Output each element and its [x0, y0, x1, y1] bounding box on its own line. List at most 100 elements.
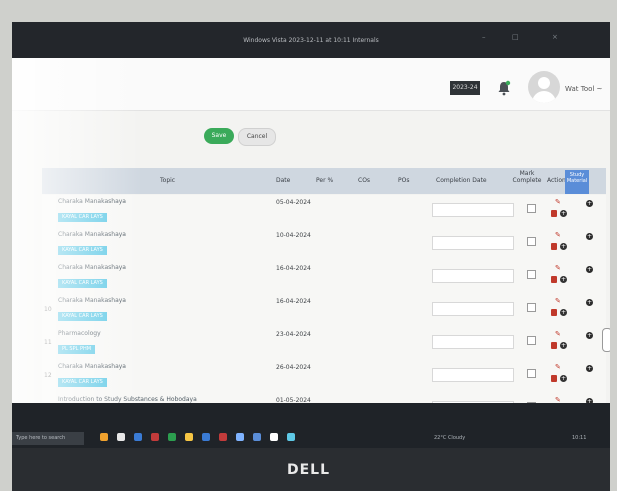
scrollbar[interactable]: [602, 328, 610, 352]
row-date: 16-04-2024: [276, 298, 311, 305]
topic-tag: KAYAL CAR LAYS: [58, 246, 107, 255]
taskbar-app-icon[interactable]: [117, 433, 125, 441]
academic-year-badge[interactable]: 2023-24: [450, 81, 480, 95]
row-date: 23-04-2024: [276, 331, 311, 338]
mark-complete-checkbox[interactable]: [527, 270, 536, 279]
topic-tag: KAYAL CAR LAYS: [58, 279, 107, 288]
table-row: 13Introduction to Study Substances & Hob…: [42, 393, 606, 403]
app-screen: 2023-24 Wat Tool ~ Save Cancel Topic Dat…: [12, 58, 610, 403]
row-number: 10: [44, 306, 52, 313]
table-row: 12 Charaka Manakashaya KAYAL CAR LAYS 26-04…: [42, 360, 606, 395]
row-date: 16-04-2024: [276, 265, 311, 272]
row-number: 11: [44, 339, 52, 346]
completion-date-input[interactable]: [432, 302, 514, 316]
taskbar-app-icon[interactable]: [151, 433, 159, 441]
column-date: Date: [276, 177, 291, 184]
row-date: 26-04-2024: [276, 364, 311, 371]
edit-icon[interactable]: ✎: [555, 265, 562, 272]
mark-complete-checkbox[interactable]: [527, 336, 536, 345]
user-menu[interactable]: Wat Tool ~: [565, 85, 602, 93]
mark-complete-checkbox[interactable]: [527, 303, 536, 312]
taskbar-app-icon[interactable]: [185, 433, 193, 441]
delete-icon[interactable]: [551, 309, 557, 316]
maximize-icon[interactable]: □: [512, 34, 519, 41]
row-number: 12: [44, 372, 52, 379]
add-icon[interactable]: +: [560, 309, 567, 316]
taskbar-app-icon[interactable]: [236, 433, 244, 441]
mark-complete-checkbox[interactable]: [527, 204, 536, 213]
taskbar-app-icon[interactable]: [202, 433, 210, 441]
add-study-material-icon[interactable]: +: [586, 233, 593, 240]
mark-complete-checkbox[interactable]: [527, 369, 536, 378]
edit-icon[interactable]: ✎: [555, 331, 562, 338]
add-study-material-icon[interactable]: +: [586, 200, 593, 207]
topic-tag: KAYAL CAR LAYS: [58, 213, 107, 222]
edit-icon[interactable]: ✎: [555, 364, 562, 371]
taskbar-app-icon[interactable]: [100, 433, 108, 441]
taskbar-app-icon[interactable]: [219, 433, 227, 441]
edit-icon[interactable]: ✎: [555, 232, 562, 239]
cancel-button[interactable]: Cancel: [238, 128, 276, 146]
window-title: Windows Vista 2023-12-11 at 10:11 Intern…: [243, 37, 379, 44]
taskbar-app-icon[interactable]: [270, 433, 278, 441]
topic-name: Charaka Manakashaya: [58, 198, 126, 205]
topic-name: Pharmacology: [58, 330, 101, 337]
table-header: Topic Date Per % COs POs Completion Date…: [42, 168, 606, 194]
table-row: 11 Pharmacology PL SPL PHM 23-04-2024 ✎ + +: [42, 327, 606, 362]
mark-complete-checkbox[interactable]: [527, 237, 536, 246]
taskbar: Type here to search 22°C Cloudy 10:11: [12, 403, 610, 448]
add-icon[interactable]: +: [560, 210, 567, 217]
column-per: Per %: [316, 177, 334, 184]
topic-tag: PL SPL PHM: [58, 345, 96, 354]
completion-date-input[interactable]: [432, 368, 514, 382]
taskbar-app-icon[interactable]: [168, 433, 176, 441]
clock[interactable]: 10:11: [572, 435, 586, 441]
completion-date-input[interactable]: [432, 203, 514, 217]
add-icon[interactable]: +: [560, 375, 567, 382]
delete-icon[interactable]: [551, 210, 557, 217]
add-study-material-icon[interactable]: +: [586, 365, 593, 372]
table-row: 10 Charaka Manakashaya KAYAL CAR LAYS 16-04…: [42, 294, 606, 329]
user-avatar[interactable]: [528, 71, 560, 103]
row-date: 05-04-2024: [276, 199, 311, 206]
topic-name: Introduction to Study Substances & Hobod…: [58, 396, 197, 403]
delete-icon[interactable]: [551, 375, 557, 382]
column-completion-date: Completion Date: [436, 177, 487, 184]
add-study-material-icon[interactable]: +: [586, 266, 593, 273]
completion-date-input[interactable]: [432, 335, 514, 349]
app-titlebar: Windows Vista 2023-12-11 at 10:11 Intern…: [12, 22, 610, 58]
taskbar-search-input[interactable]: Type here to search: [12, 432, 84, 445]
minimize-icon[interactable]: –: [482, 34, 489, 41]
column-action: Action: [547, 177, 566, 184]
notification-bell-icon[interactable]: [497, 80, 511, 96]
completion-date-input[interactable]: [432, 269, 514, 283]
taskbar-app-icon[interactable]: [253, 433, 261, 441]
column-study-material: Study Material: [565, 170, 589, 194]
table-row: Charaka Manakashaya KAYAL CAR LAYS 10-04-2…: [42, 228, 606, 263]
delete-icon[interactable]: [551, 342, 557, 349]
taskbar-app-icon[interactable]: [134, 433, 142, 441]
completion-date-input[interactable]: [432, 236, 514, 250]
topic-name: Charaka Manakashaya: [58, 297, 126, 304]
edit-icon[interactable]: ✎: [555, 199, 562, 206]
topic-tag: KAYAL CAR LAYS: [58, 378, 107, 387]
delete-icon[interactable]: [551, 276, 557, 283]
edit-icon[interactable]: ✎: [555, 298, 562, 305]
delete-icon[interactable]: [551, 243, 557, 250]
weather-widget[interactable]: 22°C Cloudy: [434, 435, 465, 441]
top-navbar: 2023-24 Wat Tool ~: [12, 58, 610, 111]
add-icon[interactable]: +: [560, 276, 567, 283]
topic-name: Charaka Manakashaya: [58, 363, 126, 370]
add-icon[interactable]: +: [560, 342, 567, 349]
save-button[interactable]: Save: [204, 128, 234, 144]
topic-tag: KAYAL CAR LAYS: [58, 312, 107, 321]
add-icon[interactable]: +: [560, 243, 567, 250]
add-study-material-icon[interactable]: +: [586, 299, 593, 306]
column-pos: POs: [398, 177, 410, 184]
close-icon[interactable]: ×: [552, 34, 559, 41]
taskbar-app-icon[interactable]: [287, 433, 295, 441]
dell-logo: DELL: [286, 462, 331, 478]
topic-name: Charaka Manakashaya: [58, 231, 126, 238]
add-study-material-icon[interactable]: +: [586, 332, 593, 339]
row-date: 10-04-2024: [276, 232, 311, 239]
